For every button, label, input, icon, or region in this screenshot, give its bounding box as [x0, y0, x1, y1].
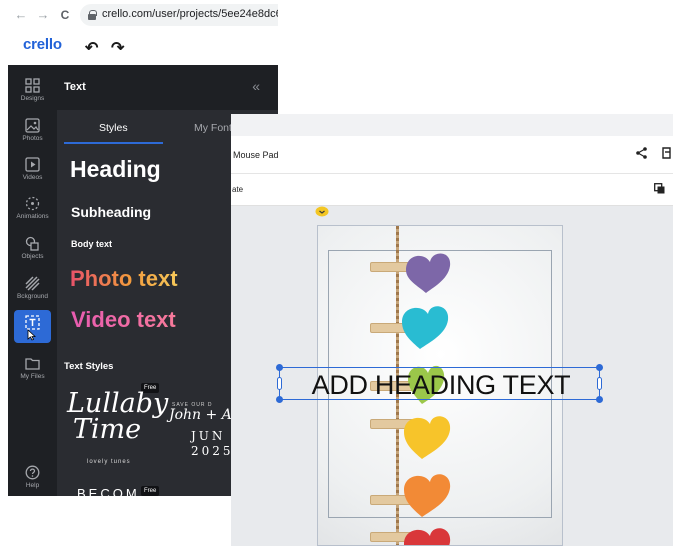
download-icon[interactable] [662, 147, 671, 159]
help-icon [25, 465, 40, 480]
sidebar-item-videos[interactable]: Videos [8, 154, 57, 192]
purple-heart [406, 253, 451, 293]
panel-header: Text « [57, 65, 278, 110]
editor-toolbar: Mouse Pad [231, 136, 673, 174]
url-text: crello.com/user/projects/5ee24e8dc67df78 [102, 8, 278, 20]
duplicate-icon[interactable] [654, 183, 665, 194]
red-heart [404, 528, 451, 545]
resize-handle-top-right[interactable] [596, 364, 603, 371]
teal-heart [402, 306, 449, 349]
objects-icon [25, 236, 39, 251]
sidebar-item-animations[interactable]: Animations [8, 193, 57, 231]
sidebar-item-label: My Files [20, 373, 45, 380]
reload-button[interactable]: C [58, 7, 72, 23]
heading-style-sample[interactable]: Heading [70, 156, 161, 183]
panel-title: Text [64, 81, 86, 93]
videos-icon [25, 157, 40, 172]
share-icon[interactable] [636, 147, 647, 159]
sidebar-item-label: Photos [22, 135, 43, 142]
collapse-panel-icon[interactable]: « [252, 78, 260, 94]
orange-heart [404, 474, 451, 517]
lock-pin-icon[interactable] [315, 206, 329, 217]
tab-styles[interactable]: Styles [99, 122, 128, 134]
sidebar-item-text[interactable] [8, 310, 57, 348]
photo-text-style-sample[interactable]: Photo text [70, 266, 178, 292]
subheading-style-sample[interactable]: Subheading [71, 204, 151, 220]
resize-handle-left[interactable] [277, 377, 282, 390]
sidebar-item-objects[interactable]: Objects [8, 233, 57, 271]
app-header: crello ↶ ↷ [0, 30, 278, 65]
sidebar-item-photos[interactable]: Photos [8, 115, 57, 153]
sidebar-item-label: Objects [21, 253, 44, 260]
sidebar-item-label: Help [25, 482, 40, 489]
project-title[interactable]: Mouse Pad [233, 150, 279, 160]
sidebar-item-label: Videos [22, 174, 43, 181]
browser-toolbar: ← → C crello.com/user/projects/5ee24e8dc… [0, 0, 278, 30]
save-date-year: 2025 [191, 444, 234, 458]
yellow-heart [404, 416, 451, 459]
text-styles-heading: Text Styles [64, 361, 114, 372]
lullaby-card-title: Lullaby Time [67, 388, 169, 445]
undo-button[interactable]: ↶ [85, 38, 98, 58]
text-icon [25, 315, 40, 330]
lock-icon [88, 10, 97, 20]
video-text-style-sample[interactable]: Video text [71, 307, 176, 333]
sidebar-item-designs[interactable]: Designs [8, 75, 57, 113]
redo-button[interactable]: ↷ [111, 38, 124, 58]
resize-handle-bottom-right[interactable] [596, 396, 603, 403]
screen: ← → C crello.com/user/projects/5ee24e8dc… [0, 0, 673, 546]
back-button[interactable]: ← [14, 7, 28, 23]
sidebar-item-help[interactable]: Help [8, 462, 57, 500]
sidebar-nav: Designs Photos Videos Animations Objects… [8, 65, 57, 496]
resize-handle-right[interactable] [597, 377, 602, 390]
sidebar-item-label: Bckground [16, 293, 49, 300]
address-bar[interactable]: crello.com/user/projects/5ee24e8dc67df78 [80, 4, 278, 26]
crello-logo[interactable]: crello [23, 36, 62, 53]
save-date-names: John + A [169, 407, 232, 423]
sidebar-item-label: Animations [16, 213, 49, 220]
photos-icon [25, 118, 40, 133]
sidebar-item-background[interactable]: Bckground [8, 273, 57, 311]
resize-handle-bottom-left[interactable] [276, 396, 283, 403]
editor-subbar: ate [231, 174, 673, 206]
body-text-style-sample[interactable]: Body text [71, 239, 112, 249]
animations-icon [25, 196, 40, 211]
lullaby-card-subtitle: lovely tunes [87, 459, 131, 465]
selected-text-element[interactable]: ADD HEADING TEXT [276, 364, 603, 403]
resize-handle-top-left[interactable] [276, 364, 283, 371]
cursor-pointer-icon [27, 329, 36, 341]
subbar-label[interactable]: ate [232, 185, 243, 194]
becom-card-text: BECOM [77, 486, 140, 496]
folder-icon [25, 358, 40, 370]
background-icon [25, 276, 40, 291]
free-badge: Free [141, 486, 160, 496]
designs-icon [25, 78, 40, 93]
editor-window: Mouse Pad ate ADD HEADING TEXT [231, 114, 673, 546]
canvas-heading-text[interactable]: ADD HEADING TEXT [282, 370, 600, 400]
sidebar-item-label: Designs [20, 95, 45, 102]
editor-topstrip [231, 114, 673, 136]
active-tab-underline [64, 142, 163, 144]
forward-button[interactable]: → [36, 7, 50, 23]
save-date-month: JUN [191, 429, 226, 443]
sidebar-item-my-files[interactable]: My Files [8, 353, 57, 391]
